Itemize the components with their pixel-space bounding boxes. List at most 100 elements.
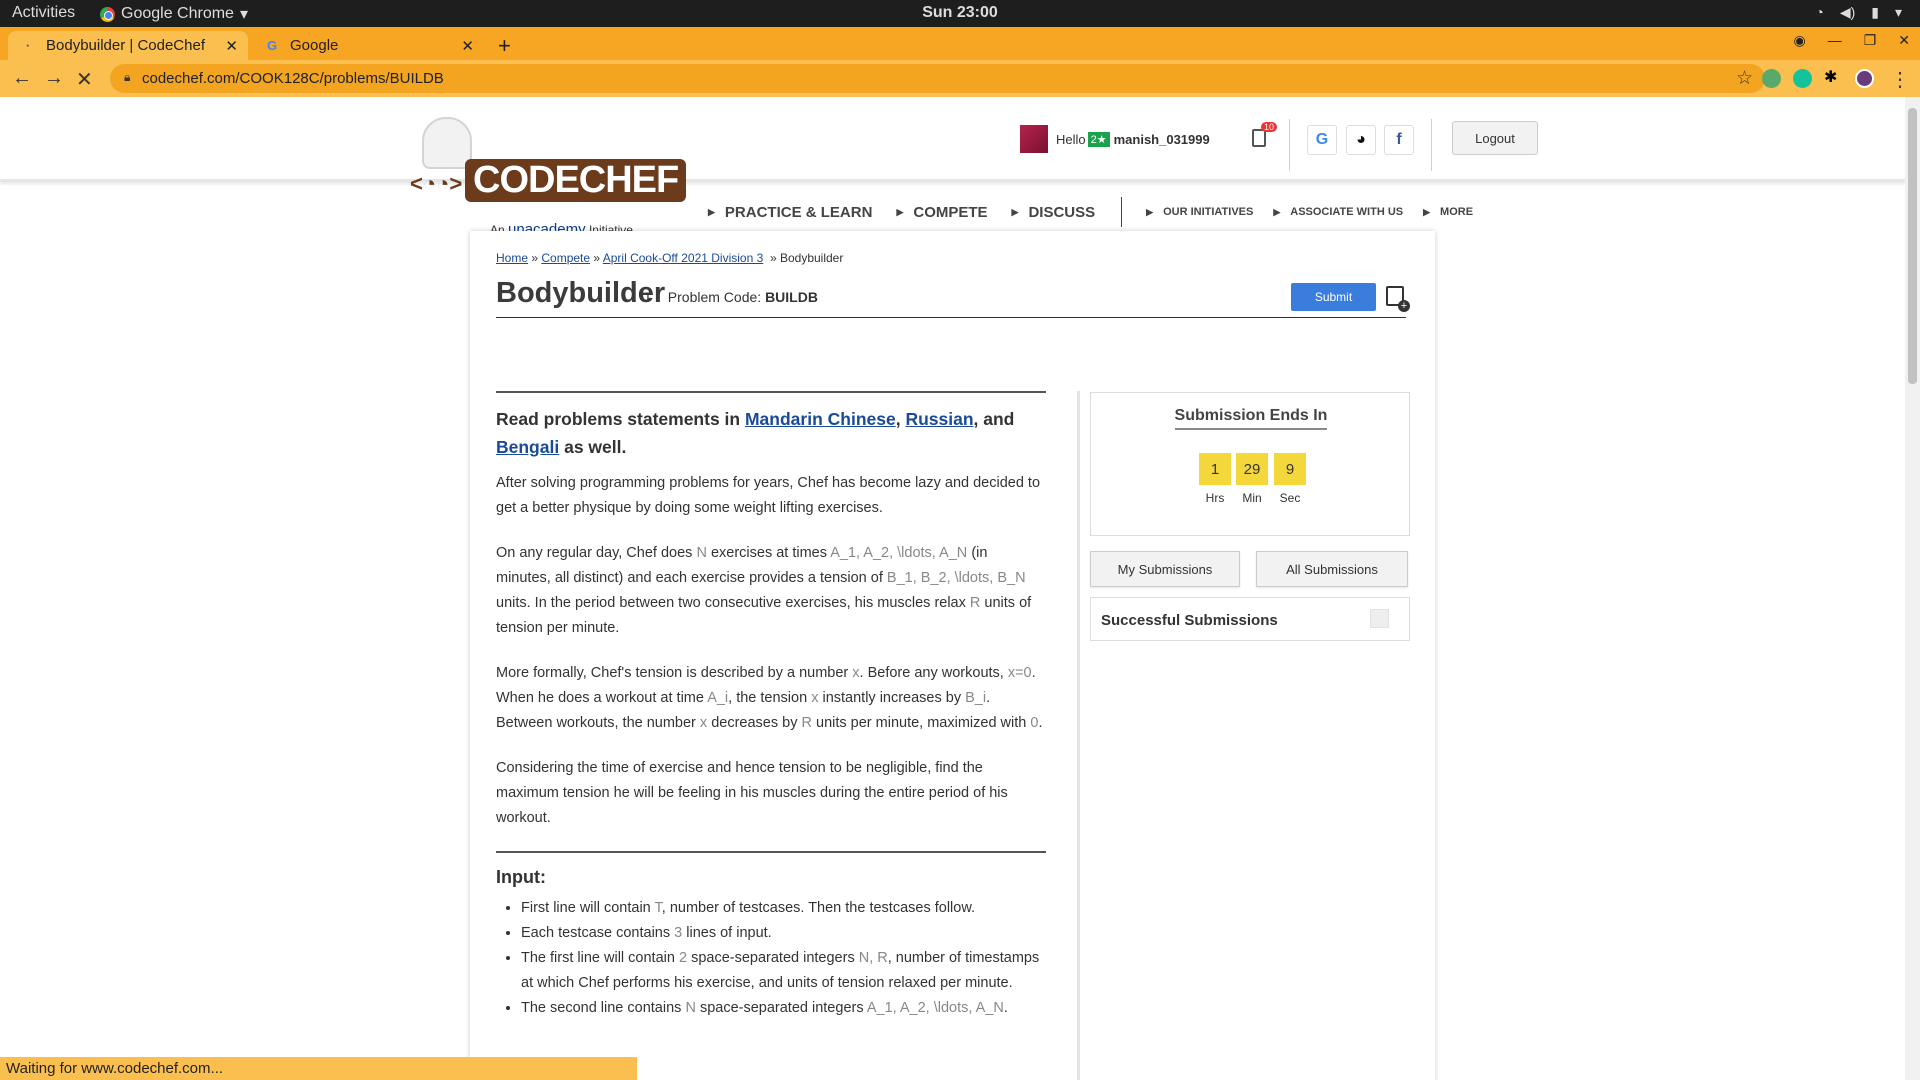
- paragraph-task: Considering the time of exercise and hen…: [496, 760, 1008, 826]
- new-tab-button[interactable]: +: [498, 33, 511, 59]
- profile-avatar[interactable]: [1855, 69, 1874, 88]
- google-icon[interactable]: G: [1307, 125, 1337, 155]
- system-tray[interactable]: ◔ ◀) ▮ ▾: [1815, 4, 1902, 21]
- add-to-list-icon[interactable]: [1386, 286, 1410, 312]
- back-icon[interactable]: ←: [12, 67, 32, 90]
- caret-right-icon: ▶: [1011, 206, 1019, 217]
- timer-title: Submission Ends In: [1091, 407, 1411, 430]
- bookmark-star-icon[interactable]: ☆: [1736, 67, 1753, 90]
- minimize-icon[interactable]: —: [1828, 32, 1842, 49]
- logout-button[interactable]: Logout: [1452, 121, 1538, 155]
- input-heading: Input:: [496, 867, 546, 887]
- language-links: Read problems statements in Mandarin Chi…: [496, 409, 1015, 457]
- hello-label: Hello: [1056, 131, 1086, 147]
- username[interactable]: manish_031999: [1114, 132, 1210, 147]
- all-submissions-button[interactable]: All Submissions: [1256, 551, 1408, 587]
- app-menu[interactable]: Google Chrome ▾: [100, 4, 248, 24]
- timer-hours-label: Hrs: [1205, 491, 1225, 505]
- breadcrumb-current: Bodybuilder: [779, 251, 844, 265]
- header-separator: [1289, 119, 1290, 171]
- lock-icon[interactable]: 🔒︎: [124, 70, 130, 85]
- tab-search-icon[interactable]: ◉: [1793, 32, 1805, 49]
- tab-title: Bodybuilder | CodeChef: [46, 37, 205, 54]
- navigation-bar: ← → ✕ 🔒︎ codechef.com/COOK128C/problems/…: [0, 60, 1920, 97]
- tab-title: Google: [290, 37, 339, 54]
- extension-icon[interactable]: [1762, 69, 1781, 88]
- expand-toggle[interactable]: [1370, 609, 1389, 628]
- nav-our-initiatives[interactable]: ▶ OUR INITIATIVES: [1146, 206, 1253, 218]
- app-name: Google Chrome: [121, 5, 234, 22]
- header-divider: [0, 179, 1905, 182]
- problem-container: Home » Compete » April Cook-Off 2021 Div…: [470, 231, 1435, 1080]
- timer-hours: 1: [1199, 453, 1231, 485]
- mustache-icon: <◔◔>: [410, 171, 463, 196]
- loading-icon: ·: [25, 38, 31, 53]
- close-window-icon[interactable]: ✕: [1898, 32, 1910, 49]
- breadcrumb-home[interactable]: Home: [496, 251, 528, 265]
- notification-icon[interactable]: 10: [1252, 122, 1278, 147]
- forward-icon[interactable]: →: [44, 67, 64, 90]
- grammarly-icon[interactable]: [1793, 69, 1812, 88]
- user-greeting[interactable]: Hello 2★ manish_031999: [1020, 125, 1210, 153]
- close-icon[interactable]: ✕: [225, 37, 238, 55]
- timer-seconds: 9: [1274, 453, 1306, 485]
- list-item: The first line will contain 2 space-sepa…: [521, 946, 1046, 996]
- restore-icon[interactable]: ❐: [1864, 32, 1877, 49]
- link-bengali[interactable]: Bengali: [496, 437, 559, 457]
- close-icon[interactable]: ✕: [461, 37, 474, 55]
- activities-button[interactable]: Activities: [12, 4, 75, 22]
- codechef-logo[interactable]: <◔◔> CODECHEF An unacademy Initiative: [410, 117, 687, 238]
- volume-icon: ◀): [1839, 4, 1856, 20]
- nav-associate[interactable]: ▶ ASSOCIATE WITH US: [1273, 206, 1403, 218]
- paragraph-formal: More formally, Chef's tension is describ…: [496, 665, 1043, 731]
- github-icon[interactable]: ◕: [1346, 125, 1376, 155]
- timer-minutes: 29: [1236, 453, 1268, 485]
- url-text[interactable]: codechef.com/COOK128C/problems/BUILDB: [142, 70, 444, 87]
- address-bar[interactable]: 🔒︎ codechef.com/COOK128C/problems/BUILDB…: [110, 64, 1765, 93]
- chevron-down-icon: ▾: [239, 6, 248, 23]
- header-separator: [1431, 119, 1432, 171]
- menu-icon[interactable]: ⋮: [1890, 67, 1910, 92]
- problem-code-value: BUILDB: [765, 289, 818, 305]
- tab-strip: · Bodybuilder | CodeChef ✕ G Google ✕ ◉ …: [0, 27, 1920, 60]
- page-title: Bodybuilder: [496, 277, 666, 309]
- facebook-icon[interactable]: f: [1384, 125, 1414, 155]
- timer-minutes-label: Min: [1242, 491, 1262, 505]
- scrollbar-thumb[interactable]: [1908, 108, 1917, 384]
- caret-right-icon: ▶: [708, 206, 715, 217]
- submission-timer: Submission Ends In 1 29 9 Hrs Min Sec: [1090, 392, 1410, 536]
- breadcrumb-contest[interactable]: April Cook-Off 2021 Division 3: [603, 251, 764, 265]
- problem-statement: Read problems statements in Mandarin Chi…: [496, 391, 1046, 1021]
- nav-discuss[interactable]: ▶ DISCUSS: [1012, 204, 1096, 221]
- tab-codechef[interactable]: · Bodybuilder | CodeChef ✕: [8, 31, 248, 60]
- nav-compete[interactable]: ▶ COMPETE: [896, 204, 987, 221]
- avatar[interactable]: [1020, 125, 1048, 153]
- submit-button[interactable]: Submit: [1291, 283, 1376, 311]
- wifi-icon: ◔: [1815, 4, 1824, 20]
- clock[interactable]: Sun 23:00: [0, 4, 1920, 22]
- column-divider: [1077, 391, 1080, 1080]
- puzzle-icon[interactable]: ✱: [1824, 67, 1843, 86]
- paragraph-exercises: On any regular day, Chef does N exercise…: [496, 545, 1032, 636]
- nav-more[interactable]: ▶ MORE: [1423, 206, 1473, 218]
- list-item: First line will contain T, number of tes…: [521, 896, 1046, 921]
- nav-practice[interactable]: ▶ PRACTICE & LEARN: [708, 204, 872, 221]
- chevron-down-icon: ▾: [1894, 4, 1902, 20]
- successful-submissions-title: Successful Submissions: [1101, 612, 1278, 629]
- statement-divider: [496, 851, 1046, 853]
- problem-code-label: Problem Code:: [667, 289, 762, 305]
- battery-icon: ▮: [1871, 4, 1879, 20]
- tab-google[interactable]: G Google ✕: [252, 31, 484, 60]
- link-mandarin[interactable]: Mandarin Chinese: [745, 409, 896, 429]
- main-nav: ▶ PRACTICE & LEARN ▶ COMPETE ▶ DISCUSS ▶ OUR…: [708, 197, 1493, 227]
- link-russian[interactable]: Russian: [905, 409, 973, 429]
- window-controls: ◉ — ❐ ✕: [1793, 32, 1910, 49]
- os-top-bar: Activities Google Chrome ▾ Sun 23:00 ◔ ◀…: [0, 0, 1920, 27]
- star-rating-badge: 2★: [1087, 131, 1110, 147]
- caret-right-icon: ▶: [1423, 206, 1431, 217]
- breadcrumb-compete[interactable]: Compete: [541, 251, 590, 265]
- stop-icon[interactable]: ✕: [76, 67, 93, 92]
- my-submissions-button[interactable]: My Submissions: [1090, 551, 1240, 587]
- successful-submissions-panel[interactable]: Successful Submissions: [1090, 597, 1410, 641]
- input-list: First line will contain T, number of tes…: [521, 896, 1046, 1021]
